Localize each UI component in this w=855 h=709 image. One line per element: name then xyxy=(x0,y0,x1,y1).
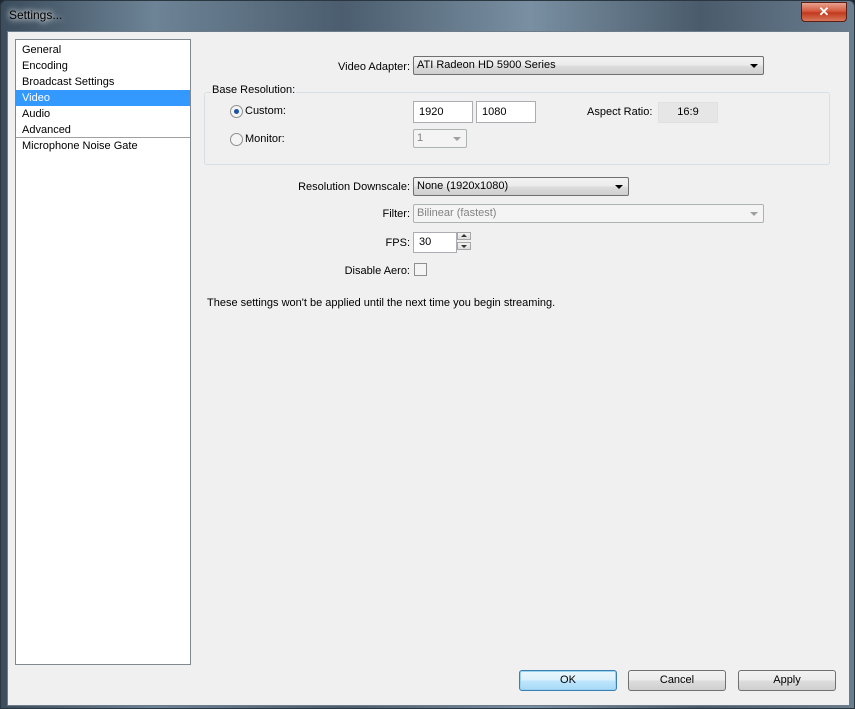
disable-aero-label: Disable Aero: xyxy=(344,265,410,277)
monitor-dropdown[interactable]: 1 xyxy=(413,129,467,148)
resolution-height-input[interactable]: 1080 xyxy=(476,101,536,123)
monitor-resolution-radio[interactable] xyxy=(230,133,243,146)
aspect-ratio-value: 16:9 xyxy=(658,102,718,123)
monitor-value: 1 xyxy=(417,132,424,144)
sidebar-item-broadcast-settings[interactable]: Broadcast Settings xyxy=(16,74,190,90)
disable-aero-checkbox[interactable] xyxy=(414,263,427,276)
settings-notice-text: These settings won't be applied until th… xyxy=(207,297,556,309)
fps-increment-button[interactable] xyxy=(457,232,471,240)
apply-button[interactable]: Apply xyxy=(738,670,836,691)
settings-category-list[interactable]: General Encoding Broadcast Settings Vide… xyxy=(15,39,191,665)
chevron-down-icon xyxy=(615,185,623,189)
chevron-down-icon xyxy=(750,64,758,68)
custom-resolution-radio[interactable] xyxy=(230,105,243,118)
resolution-downscale-dropdown[interactable]: None (1920x1080) xyxy=(413,177,629,196)
sidebar-item-microphone-noise-gate[interactable]: Microphone Noise Gate xyxy=(16,138,190,154)
window-title: Settings... xyxy=(9,8,63,22)
dialog-client-area: General Encoding Broadcast Settings Vide… xyxy=(7,31,850,706)
base-resolution-group-label: Base Resolution: xyxy=(211,84,297,96)
sidebar-item-encoding[interactable]: Encoding xyxy=(16,58,190,74)
resolution-downscale-value: None (1920x1080) xyxy=(417,180,509,192)
sidebar-item-advanced[interactable]: Advanced xyxy=(16,122,190,138)
title-bar[interactable]: Settings... ✕ xyxy=(1,1,854,31)
filter-value: Bilinear (fastest) xyxy=(417,207,497,219)
sidebar-item-audio[interactable]: Audio xyxy=(16,106,190,122)
chevron-down-icon xyxy=(750,212,758,216)
fps-decrement-button[interactable] xyxy=(457,242,471,250)
monitor-resolution-label[interactable]: Monitor: xyxy=(245,133,285,145)
aspect-ratio-label: Aspect Ratio: xyxy=(587,106,653,118)
video-adapter-dropdown[interactable]: ATI Radeon HD 5900 Series xyxy=(413,56,764,75)
ok-button[interactable]: OK xyxy=(519,670,617,691)
video-adapter-label: Video Adapter: xyxy=(338,61,410,73)
close-button[interactable]: ✕ xyxy=(801,2,847,22)
chevron-down-icon xyxy=(453,137,461,141)
custom-resolution-label[interactable]: Custom: xyxy=(245,105,286,117)
resolution-downscale-label: Resolution Downscale: xyxy=(298,181,410,193)
sidebar-item-general[interactable]: General xyxy=(16,42,190,58)
cancel-button[interactable]: Cancel xyxy=(628,670,726,691)
fps-label: FPS: xyxy=(385,237,410,249)
radio-selected-dot xyxy=(234,109,239,114)
settings-window: Settings... ✕ General Encoding Broadcast… xyxy=(0,0,855,709)
sidebar-item-video[interactable]: Video xyxy=(16,90,190,106)
fps-input[interactable]: 30 xyxy=(413,232,457,253)
video-adapter-value: ATI Radeon HD 5900 Series xyxy=(417,59,556,71)
filter-dropdown[interactable]: Bilinear (fastest) xyxy=(413,204,764,223)
filter-label: Filter: xyxy=(382,208,411,220)
resolution-width-input[interactable]: 1920 xyxy=(413,101,473,123)
close-icon: ✕ xyxy=(818,4,830,19)
